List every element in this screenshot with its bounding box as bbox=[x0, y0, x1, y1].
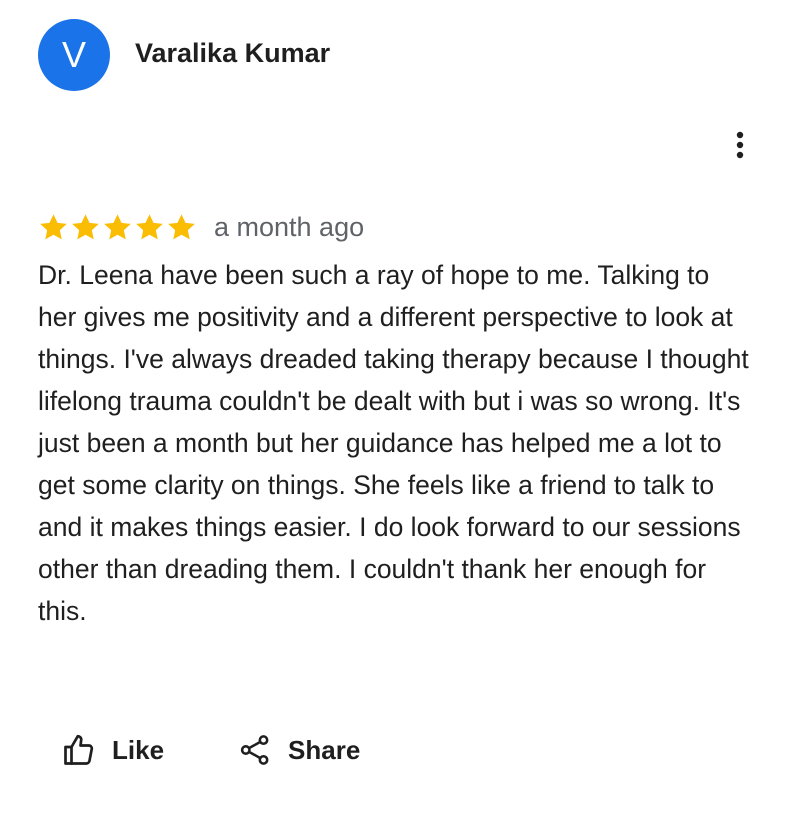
star-icon bbox=[134, 212, 165, 243]
thumbs-up-icon bbox=[60, 731, 98, 769]
rating-row: a month ago bbox=[38, 208, 364, 246]
avatar-letter: V bbox=[61, 34, 86, 75]
star-icon bbox=[70, 212, 101, 243]
star-icon bbox=[166, 212, 197, 243]
star-icon bbox=[38, 212, 69, 243]
reviewer-name[interactable]: Varalika Kumar bbox=[135, 38, 330, 69]
share-icon bbox=[236, 731, 274, 769]
share-button[interactable]: Share bbox=[236, 726, 360, 774]
star-rating bbox=[38, 212, 198, 243]
review-timestamp: a month ago bbox=[214, 211, 365, 242]
avatar[interactable]: V bbox=[38, 19, 110, 91]
review-text: Dr. Leena have been such a ray of hope t… bbox=[38, 260, 749, 626]
star-icon bbox=[102, 212, 133, 243]
more-vert-icon bbox=[736, 131, 744, 159]
like-label: Like bbox=[112, 734, 165, 765]
more-options-button[interactable] bbox=[722, 126, 758, 164]
like-button[interactable]: Like bbox=[60, 726, 164, 774]
share-label: Share bbox=[288, 734, 361, 765]
review-actions: Like Share bbox=[60, 726, 432, 774]
